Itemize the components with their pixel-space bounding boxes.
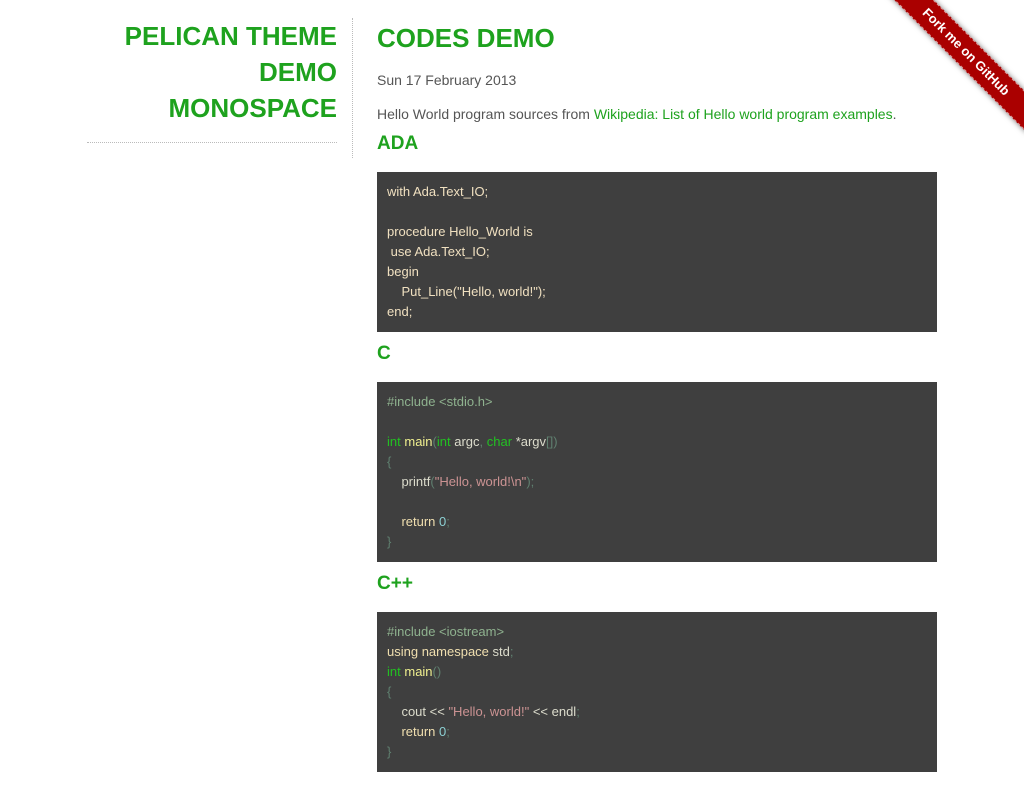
code-token: ; bbox=[446, 514, 450, 529]
article: CODES DEMO Sun 17 February 2013 Hello Wo… bbox=[377, 18, 937, 782]
intro-text: Hello World program sources from bbox=[377, 106, 594, 122]
site-title-link[interactable]: PELICAN THEME DEMO MONOSPACE bbox=[87, 18, 337, 143]
github-ribbon-container: Fork me on GitHub bbox=[884, 0, 1024, 140]
code-token: { bbox=[387, 454, 392, 469]
code-line: begin bbox=[387, 264, 419, 279]
code-token: << endl bbox=[529, 704, 577, 719]
code-token: #include <iostream> bbox=[387, 624, 505, 639]
code-line: Put_Line("Hello, world!"); bbox=[387, 284, 546, 299]
code-token: cout << bbox=[387, 704, 449, 719]
code-token: use Ada.Text_IO; bbox=[387, 244, 490, 259]
code-line: #include <iostream> bbox=[387, 624, 504, 639]
site-title-line2: DEMO bbox=[259, 57, 337, 87]
code-block-cpp: #include <iostream> using namespace std;… bbox=[377, 612, 937, 772]
code-token: } bbox=[387, 534, 392, 549]
code-block-ada: with Ada.Text_IO; procedure Hello_World … bbox=[377, 172, 937, 332]
code-token: with Ada.Text_IO; bbox=[387, 184, 489, 199]
wikipedia-link[interactable]: Wikipedia: List of Hello world program e… bbox=[594, 106, 893, 122]
code-line: cout << "Hello, world!" << endl; bbox=[387, 704, 580, 719]
code-token: *argv bbox=[512, 434, 547, 449]
code-line: using namespace std; bbox=[387, 644, 514, 659]
code-line: int main(int argc, char *argv[]) bbox=[387, 434, 558, 449]
code-token: argc bbox=[450, 434, 480, 449]
code-line: use Ada.Text_IO; bbox=[387, 244, 490, 259]
code-line: procedure Hello_World is bbox=[387, 224, 533, 239]
code-block-c: #include <stdio.h> int main(int argc, ch… bbox=[377, 382, 937, 562]
code-token: printf bbox=[387, 474, 431, 489]
code-token: #include <stdio.h> bbox=[387, 394, 493, 409]
code-line: printf("Hello, world!\n"); bbox=[387, 474, 534, 489]
code-token: end; bbox=[387, 304, 413, 319]
code-token: []) bbox=[546, 434, 558, 449]
code-token: ; bbox=[576, 704, 580, 719]
code-token: main bbox=[404, 664, 433, 679]
code-token: int bbox=[387, 434, 401, 449]
code-token: "Hello, world!" bbox=[448, 704, 530, 719]
code-token: std bbox=[488, 644, 510, 659]
code-line: int main() bbox=[387, 664, 441, 679]
code-token: begin bbox=[387, 264, 419, 279]
code-line: end; bbox=[387, 304, 412, 319]
section-heading-cpp: C++ bbox=[377, 573, 413, 594]
code-token: "Hello, world!\n" bbox=[434, 474, 527, 489]
code-token: } bbox=[387, 744, 392, 759]
code-token: return bbox=[401, 514, 436, 529]
site-title-line1: PELICAN THEME bbox=[124, 21, 337, 51]
fork-me-ribbon[interactable]: Fork me on GitHub bbox=[885, 0, 1024, 133]
code-token: ; bbox=[446, 724, 450, 739]
code-token: char bbox=[486, 434, 513, 449]
code-line: { bbox=[387, 454, 391, 469]
code-token: return bbox=[401, 724, 436, 739]
code-token: using namespace bbox=[387, 644, 489, 659]
sidebar: PELICAN THEME DEMO MONOSPACE bbox=[87, 18, 337, 143]
code-line: } bbox=[387, 744, 391, 759]
section-heading-c: C bbox=[377, 343, 391, 364]
code-token: ; bbox=[509, 644, 514, 659]
code-token: procedure Hello_World is bbox=[387, 224, 533, 239]
code-line: return 0; bbox=[387, 724, 450, 739]
code-token: main bbox=[404, 434, 433, 449]
section-heading-ada: ADA bbox=[377, 133, 419, 154]
code-token: { bbox=[387, 684, 392, 699]
code-line: #include <stdio.h> bbox=[387, 394, 493, 409]
post-date: Sun 17 February 2013 bbox=[377, 72, 517, 88]
sidebar-divider bbox=[352, 18, 353, 158]
code-token: () bbox=[432, 664, 442, 679]
code-line: return 0; bbox=[387, 514, 450, 529]
intro-paragraph: Hello World program sources from Wikiped… bbox=[377, 104, 937, 124]
code-line: { bbox=[387, 684, 391, 699]
site-title-line3: MONOSPACE bbox=[168, 93, 337, 123]
code-token: ); bbox=[526, 474, 535, 489]
code-token: Put_Line("Hello, world!"); bbox=[387, 284, 546, 299]
code-line: with Ada.Text_IO; bbox=[387, 184, 488, 199]
code-token: int bbox=[436, 434, 451, 449]
code-token: int bbox=[387, 664, 401, 679]
page-title: CODES DEMO bbox=[377, 23, 555, 53]
code-line: } bbox=[387, 534, 391, 549]
